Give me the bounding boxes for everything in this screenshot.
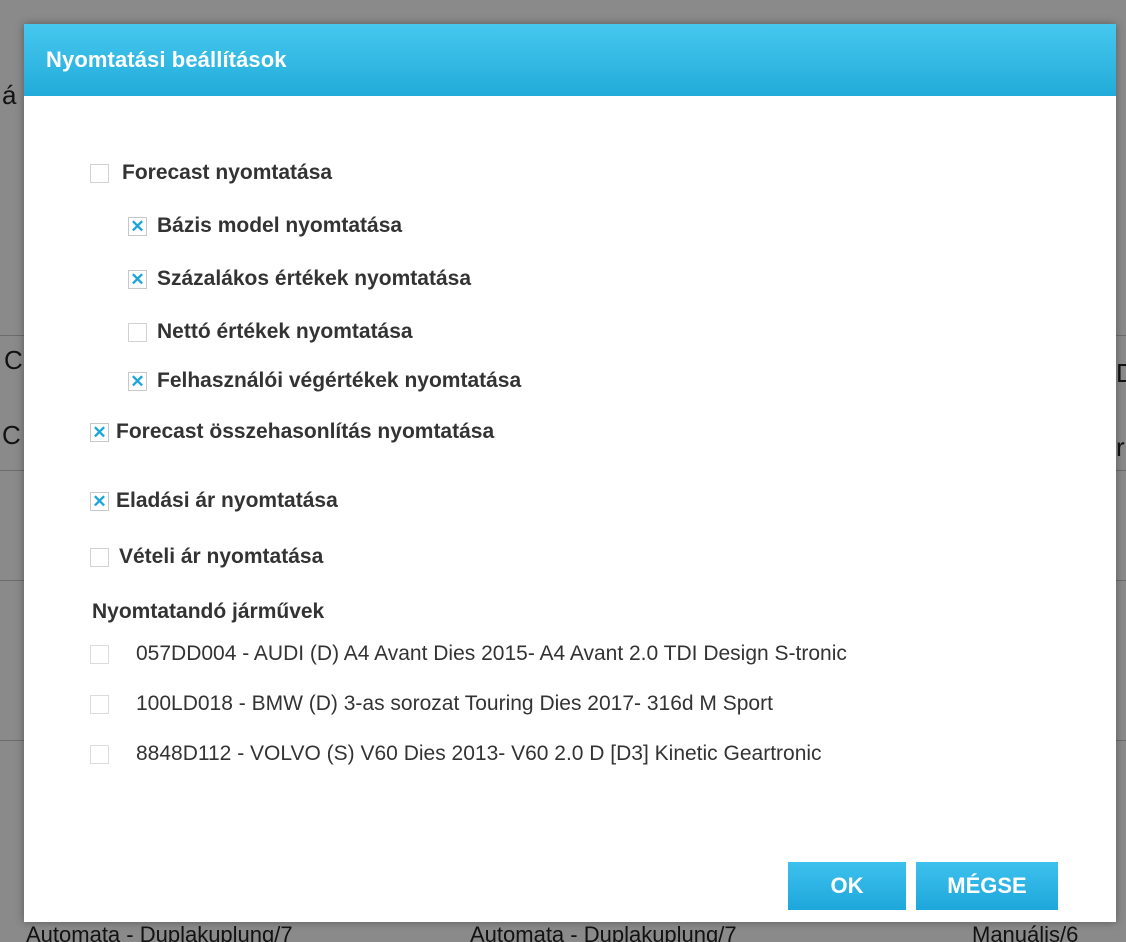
checkbox[interactable]	[90, 547, 109, 567]
vehicle-label: 100LD018 - BMW (D) 3-as sorozat Touring …	[136, 692, 773, 715]
vehicle-label: 8848D112 - VOLVO (S) V60 Dies 2013- V60 …	[136, 742, 822, 765]
option-percentage-values[interactable]: ✕ Százalákos értékek nyomtatása	[128, 267, 471, 291]
cancel-button[interactable]: MÉGSE	[916, 862, 1058, 910]
option-forecast-comparison[interactable]: ✕ Forecast összehasonlítás nyomtatása	[90, 420, 494, 444]
checkbox[interactable]	[90, 644, 109, 664]
vehicle-label: 057DD004 - AUDI (D) A4 Avant Dies 2015- …	[136, 642, 847, 665]
checkbox[interactable]	[128, 322, 147, 342]
checkbox[interactable]: ✕	[90, 422, 109, 442]
option-label: Vételi ár nyomtatása	[119, 545, 324, 568]
checkbox[interactable]: ✕	[128, 269, 147, 289]
dialog-header: Nyomtatási beállítások	[24, 24, 1116, 96]
checkbox[interactable]: ✕	[128, 216, 147, 236]
option-label: Felhasználói végértékek nyomtatása	[157, 369, 522, 392]
checkbox[interactable]	[90, 163, 109, 183]
option-label: Bázis model nyomtatása	[157, 214, 403, 237]
checkbox[interactable]	[90, 694, 109, 714]
option-label: Forecast összehasonlítás nyomtatása	[116, 420, 495, 443]
vehicle-item[interactable]: 8848D112 - VOLVO (S) V60 Dies 2013- V60 …	[90, 742, 822, 766]
option-label: Eladási ár nyomtatása	[116, 489, 338, 512]
option-label: Nettó értékek nyomtatása	[157, 320, 413, 343]
option-user-end-values[interactable]: ✕ Felhasználói végértékek nyomtatása	[128, 369, 521, 393]
checkbox[interactable]: ✕	[128, 371, 147, 391]
option-net-values[interactable]: Nettó értékek nyomtatása	[128, 320, 413, 344]
option-label: Forecast nyomtatása	[122, 161, 333, 184]
checkbox[interactable]	[90, 744, 109, 764]
print-settings-dialog: Nyomtatási beállítások Forecast nyomtatá…	[24, 24, 1116, 922]
option-forecast[interactable]: Forecast nyomtatása	[90, 161, 332, 185]
option-sale-price[interactable]: ✕ Eladási ár nyomtatása	[90, 489, 338, 513]
option-base-model[interactable]: ✕ Bázis model nyomtatása	[128, 214, 402, 238]
option-purchase-price[interactable]: Vételi ár nyomtatása	[90, 545, 323, 569]
dialog-title: Nyomtatási beállítások	[46, 47, 287, 72]
vehicle-item[interactable]: 057DD004 - AUDI (D) A4 Avant Dies 2015- …	[90, 642, 847, 666]
vehicle-item[interactable]: 100LD018 - BMW (D) 3-as sorozat Touring …	[90, 692, 773, 716]
option-label: Százalákos értékek nyomtatása	[157, 267, 472, 290]
vehicles-section-title: Nyomtatandó járművek	[92, 600, 325, 623]
checkbox[interactable]: ✕	[90, 491, 109, 511]
ok-button[interactable]: OK	[788, 862, 906, 910]
